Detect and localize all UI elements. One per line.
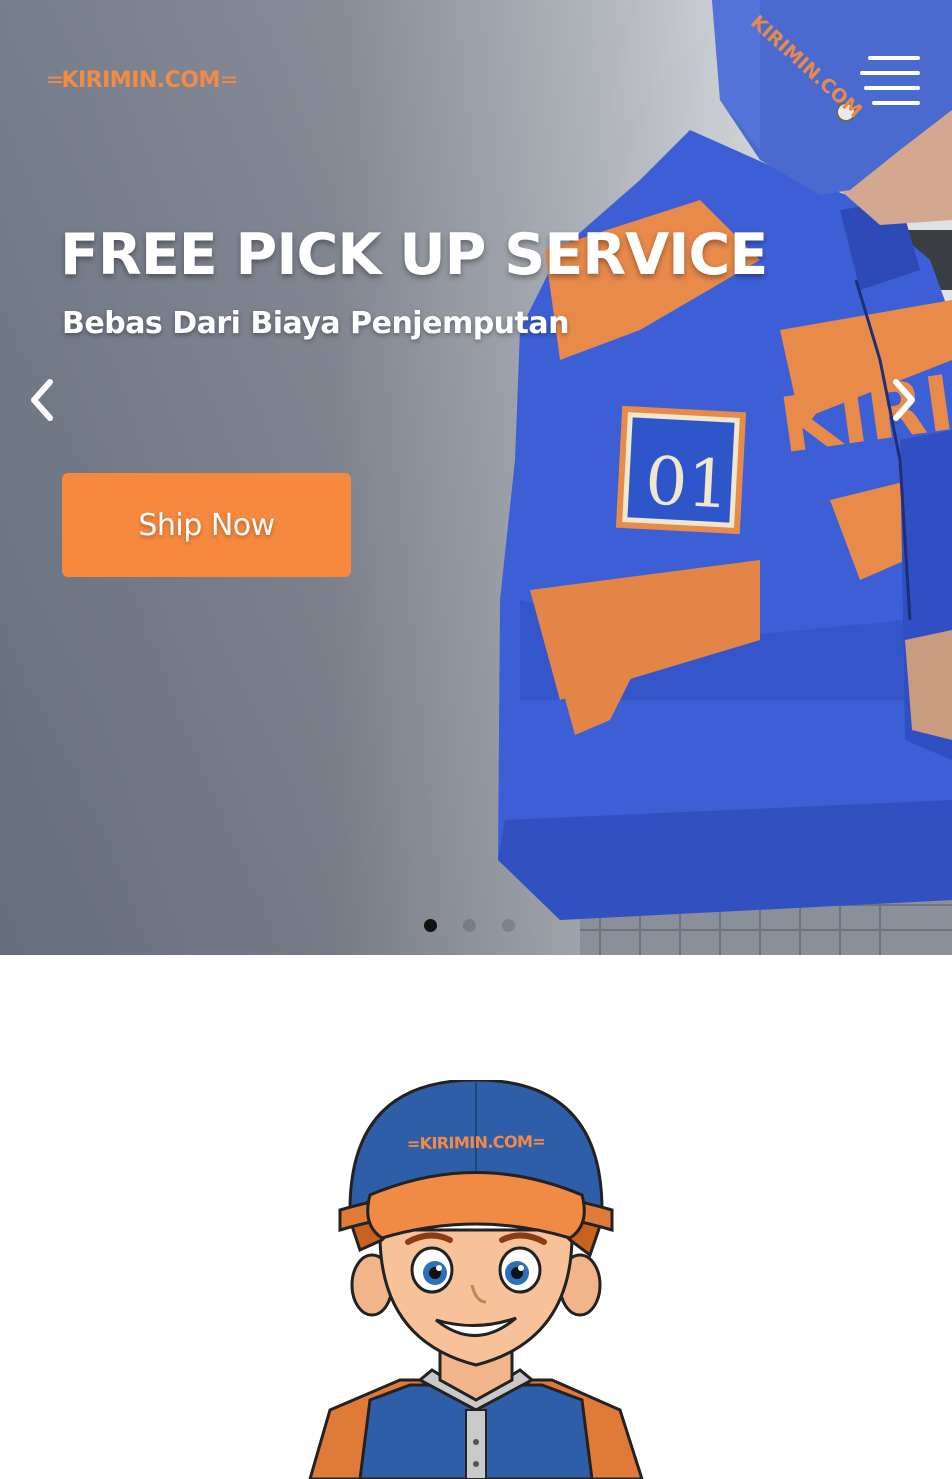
carousel-next-button[interactable] <box>884 372 924 428</box>
carousel-dot-3[interactable] <box>502 919 515 932</box>
hero-carousel: KIRI 01 KIRIMIN.COM =KIRIMIN.COM= FREE P… <box>0 0 952 955</box>
carousel-dot-1[interactable] <box>424 919 437 932</box>
chevron-right-icon <box>893 379 915 421</box>
cap-logo-text: =KIRIMIN.COM= <box>406 1131 546 1154</box>
mascot-section: =KIRIMIN.COM= <box>0 955 952 1479</box>
carousel-prev-button[interactable] <box>22 372 62 428</box>
svg-text:01: 01 <box>643 442 731 523</box>
carousel-indicators <box>424 919 515 932</box>
ship-now-button[interactable]: Ship Now <box>62 473 351 577</box>
site-logo[interactable]: =KIRIMIN.COM= <box>46 68 238 93</box>
hamburger-menu-icon[interactable] <box>858 52 924 114</box>
carousel-dot-2[interactable] <box>463 919 476 932</box>
chevron-left-icon <box>31 379 53 421</box>
hero-subtitle: Bebas Dari Biaya Penjemputan <box>62 306 569 341</box>
hero-title: FREE PICK UP SERVICE <box>60 222 768 288</box>
